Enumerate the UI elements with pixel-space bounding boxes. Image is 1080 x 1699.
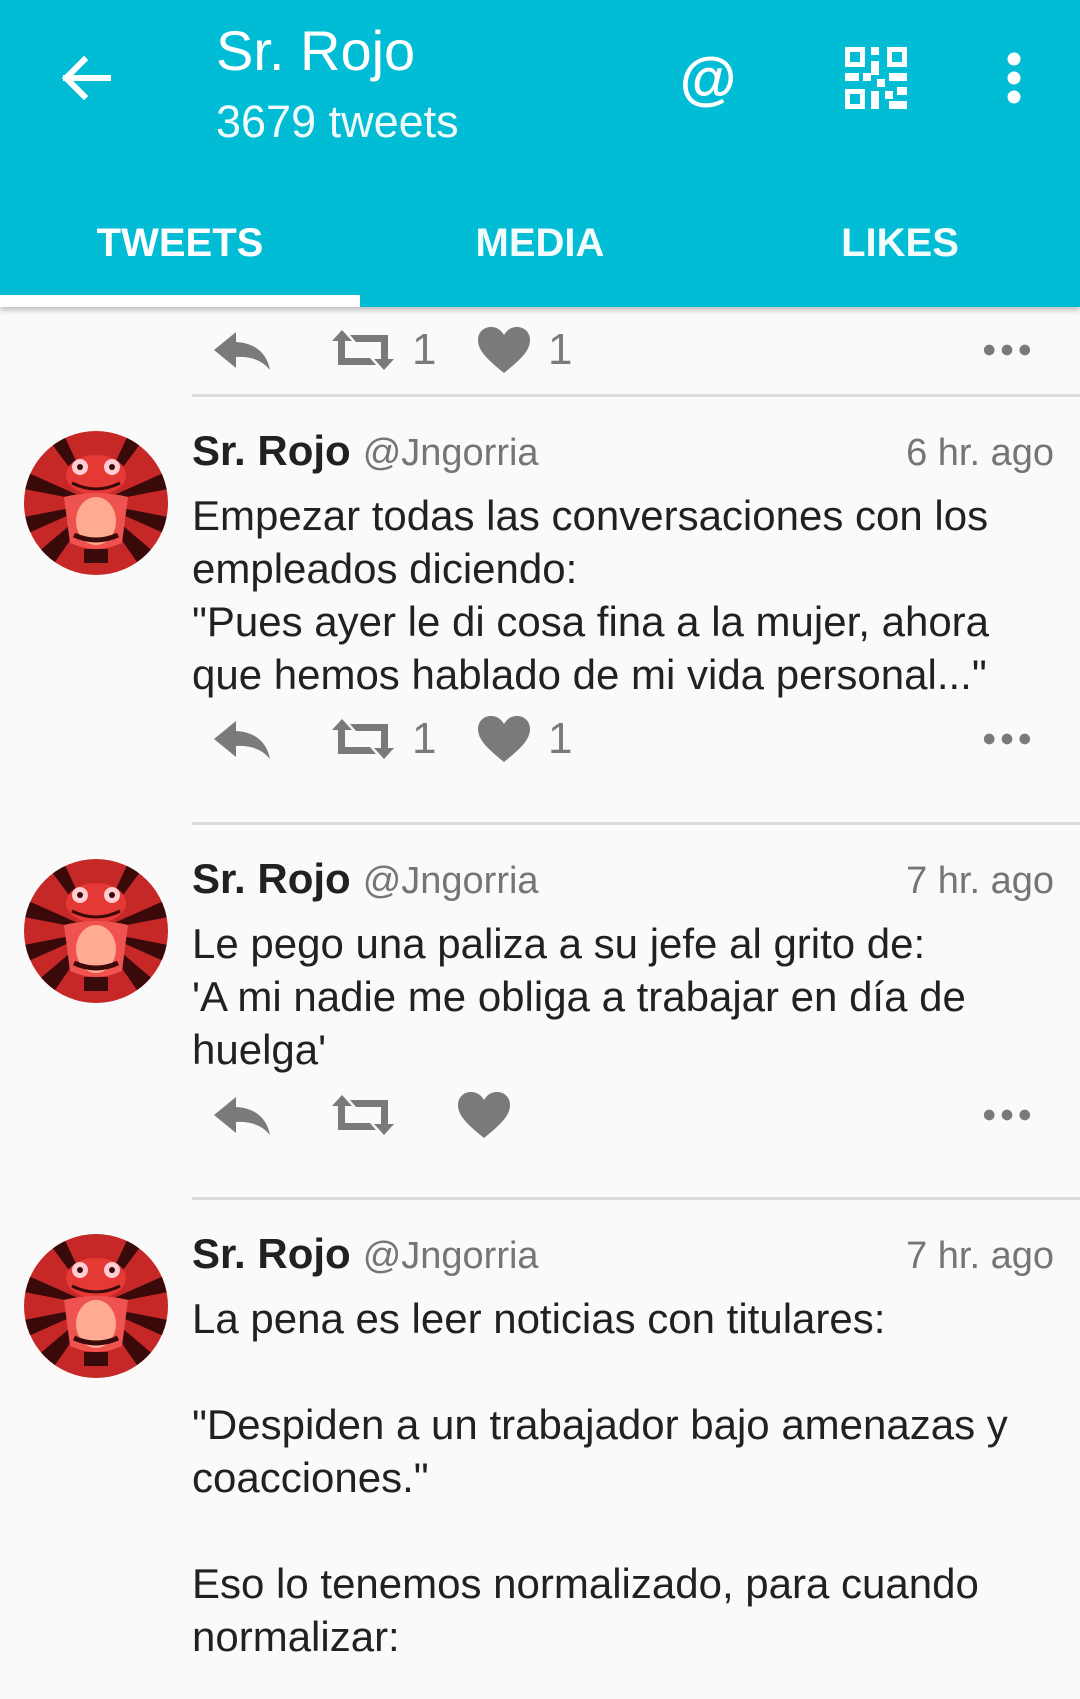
page-title: Sr. Rojo [216, 19, 416, 82]
tweet-text: La pena es leer noticias con titulares: … [192, 1295, 1008, 1660]
avatar[interactable] [24, 859, 168, 1003]
active-tab-indicator [0, 295, 360, 307]
heart-icon [476, 325, 532, 375]
author-handle: @Jngorria [362, 860, 539, 902]
mention-button[interactable]: @ [668, 38, 748, 118]
like-count: 1 [548, 714, 573, 763]
tab-bar: TWEETS MEDIA LIKES [0, 190, 1080, 307]
author-handle: @Jngorria [362, 432, 539, 474]
retweet-icon [330, 328, 396, 372]
app-bar: Sr. Rojo 3679 tweets @ TWEETS MEDIA LIKE… [0, 0, 1080, 307]
more-vert-icon [1007, 52, 1021, 104]
tweet-text: Empezar todas las conversaciones con los… [192, 492, 990, 698]
tweet-feed[interactable]: 1 1 Sr. Rojo @Jngorria 6 hr. ago Empezar… [0, 307, 1080, 1699]
author-name[interactable]: Sr. Rojo [192, 1230, 351, 1278]
tab-tweets[interactable]: TWEETS [0, 190, 360, 307]
retweet-button[interactable] [330, 1075, 396, 1155]
more-horiz-icon [983, 732, 1031, 746]
tweet-item[interactable]: Sr. Rojo @Jngorria 7 hr. ago La pena es … [0, 1200, 1080, 1699]
tweet-timestamp: 7 hr. ago [906, 860, 1054, 902]
back-arrow-icon [61, 56, 111, 100]
retweet-button[interactable]: 1 [330, 699, 436, 779]
tweet-actions: 1 1 [192, 310, 1080, 390]
reply-button[interactable] [210, 310, 274, 390]
avatar[interactable] [24, 431, 168, 575]
author-name[interactable]: Sr. Rojo [192, 427, 351, 475]
like-count: 1 [548, 325, 573, 374]
like-button[interactable]: 1 [476, 699, 572, 779]
tab-media[interactable]: MEDIA [360, 190, 720, 307]
retweet-button[interactable]: 1 [330, 310, 436, 390]
reply-icon [210, 715, 274, 763]
retweet-icon [330, 717, 396, 761]
qr-code-button[interactable] [836, 38, 916, 118]
author-name[interactable]: Sr. Rojo [192, 855, 351, 903]
reply-icon [210, 326, 274, 374]
reply-button[interactable] [210, 1075, 274, 1155]
avatar[interactable] [24, 1234, 168, 1378]
like-button[interactable]: 1 [476, 310, 572, 390]
more-horiz-icon [983, 343, 1031, 357]
more-horiz-icon [983, 1108, 1031, 1122]
reply-button[interactable] [210, 699, 274, 779]
tweet-timestamp: 6 hr. ago [906, 432, 1054, 474]
like-button[interactable] [456, 1075, 512, 1155]
at-icon: @ [679, 45, 737, 111]
overflow-menu-button[interactable] [974, 38, 1054, 118]
tweet-item[interactable]: Sr. Rojo @Jngorria 7 hr. ago Le pego una… [0, 825, 1080, 1199]
tweet-actions [192, 1075, 1080, 1155]
heart-icon [456, 1090, 512, 1140]
tweet-more-button[interactable] [972, 699, 1042, 779]
tweet-header: Sr. Rojo @Jngorria 7 hr. ago [192, 1230, 1054, 1290]
tweet-text: Le pego una paliza a su jefe al grito de… [192, 920, 966, 1073]
tweet-item[interactable]: Sr. Rojo @Jngorria 6 hr. ago Empezar tod… [0, 397, 1080, 822]
tweet-header: Sr. Rojo @Jngorria 6 hr. ago [192, 427, 1054, 487]
tweet-timestamp: 7 hr. ago [906, 1235, 1054, 1277]
heart-icon [476, 714, 532, 764]
tab-likes[interactable]: LIKES [720, 190, 1080, 307]
reply-icon [210, 1091, 274, 1139]
qr-code-icon [845, 47, 907, 109]
back-button[interactable] [48, 40, 124, 116]
retweet-icon [330, 1093, 396, 1137]
author-handle: @Jngorria [362, 1235, 539, 1277]
tweet-more-button[interactable] [972, 1075, 1042, 1155]
retweet-count: 1 [412, 714, 437, 763]
tweet-more-button[interactable] [972, 310, 1042, 390]
tweet-header: Sr. Rojo @Jngorria 7 hr. ago [192, 855, 1054, 915]
tweet-actions: 1 1 [192, 699, 1080, 779]
retweet-count: 1 [412, 325, 437, 374]
tweet-count: 3679 tweets [216, 96, 459, 147]
